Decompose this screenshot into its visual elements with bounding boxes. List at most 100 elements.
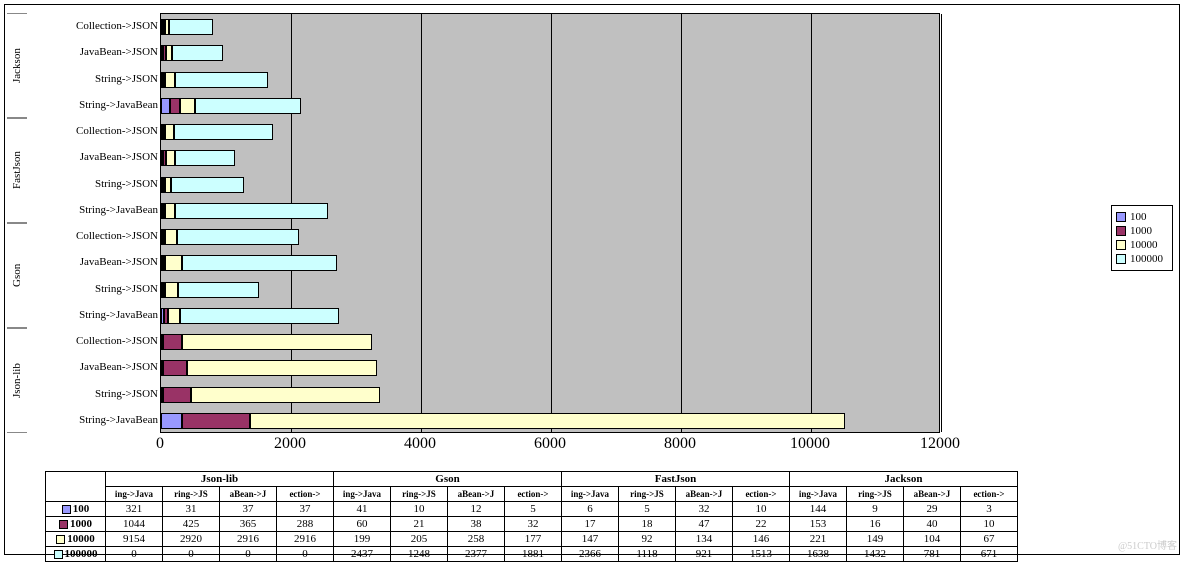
y-category-label: String->JSON — [31, 171, 158, 197]
op-header: aBean->J — [448, 487, 505, 502]
table-cell: 10 — [391, 502, 448, 517]
table-cell: 258 — [448, 532, 505, 547]
bar-segment — [165, 229, 177, 245]
table-cell: 6 — [562, 502, 619, 517]
table-cell: 1044 — [106, 517, 163, 532]
table-cell: 1118 — [619, 547, 676, 562]
table-row: 1000091542920291629161992052581771479213… — [46, 532, 1018, 547]
bar-segment — [175, 203, 329, 219]
table-cell: 12 — [448, 502, 505, 517]
bar-segment — [250, 413, 845, 429]
y-category-label: JavaBean->JSON — [31, 144, 158, 170]
op-header: ring->JS — [619, 487, 676, 502]
bar-row — [161, 255, 337, 271]
plot-wrap — [160, 13, 1100, 433]
bar-row — [161, 177, 244, 193]
legend-label: 100 — [1130, 211, 1147, 223]
y-category-label: String->JSON — [31, 66, 158, 92]
table-cell: 177 — [505, 532, 562, 547]
table-cell: 0 — [220, 547, 277, 562]
bar-segment — [163, 334, 182, 350]
table-cell: 92 — [619, 532, 676, 547]
table-cell: 221 — [790, 532, 847, 547]
table-cell: 37 — [220, 502, 277, 517]
y-category-label: String->JSON — [31, 381, 158, 407]
data-table: Json-lib Gson FastJson Jackson ing->Java… — [45, 471, 1018, 562]
table-cell: 1638 — [790, 547, 847, 562]
legend-label: 10000 — [1130, 239, 1158, 251]
watermark: @51CTO博客 — [1118, 537, 1177, 552]
table-cell: 199 — [334, 532, 391, 547]
x-axis: 020004000600080001000012000 — [160, 435, 940, 465]
table-cell: 0 — [163, 547, 220, 562]
y-category-label: Collection->JSON — [31, 13, 158, 39]
op-header: ing->Java — [562, 487, 619, 502]
y-category-label: String->JavaBean — [31, 197, 158, 223]
table-cell: 47 — [676, 517, 733, 532]
table-cell: 2377 — [448, 547, 505, 562]
bar-segment — [180, 98, 194, 114]
gridline — [941, 14, 942, 432]
table-cell: 921 — [676, 547, 733, 562]
legend-item: 1000 — [1116, 224, 1168, 238]
legend-label: 100000 — [1130, 253, 1163, 265]
table-cell: 32 — [676, 502, 733, 517]
y-category-label: JavaBean->JSON — [31, 249, 158, 275]
bar-segment — [165, 255, 182, 271]
table-cell: 321 — [106, 502, 163, 517]
table-cell: 10 — [961, 517, 1018, 532]
bar-segment — [165, 203, 175, 219]
y-group-label: Json-lib — [7, 328, 27, 433]
table-cell: 149 — [847, 532, 904, 547]
row-swatch-icon — [59, 520, 68, 529]
op-header: ring->JS — [847, 487, 904, 502]
op-header: ection-> — [505, 487, 562, 502]
bar-row — [161, 19, 213, 35]
bar-segment — [166, 45, 173, 61]
bar-row — [161, 308, 339, 324]
bar-segment — [182, 413, 250, 429]
bar-segment — [161, 413, 182, 429]
row-swatch-icon — [62, 505, 71, 514]
x-tick-label: 2000 — [274, 435, 306, 453]
legend-item: 100000 — [1116, 252, 1168, 266]
table-row-ops: ing->Javaring->JSaBean->Jection->ing->Ja… — [46, 487, 1018, 502]
bar-segment — [166, 150, 175, 166]
table-cell: 2920 — [163, 532, 220, 547]
x-tick-label: 6000 — [534, 435, 566, 453]
table-cell: 146 — [733, 532, 790, 547]
table-cell: 5 — [505, 502, 562, 517]
bar-row — [161, 45, 223, 61]
lib-header: Jackson — [790, 472, 1018, 487]
gridline — [421, 14, 422, 432]
bar-row — [161, 282, 259, 298]
x-tick-label: 4000 — [404, 435, 436, 453]
bar-row — [161, 387, 380, 403]
bar-segment — [195, 98, 301, 114]
bar-segment — [163, 387, 191, 403]
y-group-label: Jackson — [7, 13, 27, 118]
bar-segment — [171, 177, 244, 193]
table-head: Json-lib Gson FastJson Jackson ing->Java… — [46, 472, 1018, 502]
y-category-label: String->JavaBean — [31, 302, 158, 328]
y-category-label: JavaBean->JSON — [31, 354, 158, 380]
bar-segment — [180, 308, 338, 324]
legend-item: 100 — [1116, 210, 1168, 224]
bar-row — [161, 360, 377, 376]
table-cell: 134 — [676, 532, 733, 547]
op-header: ing->Java — [106, 487, 163, 502]
table-cell: 2916 — [220, 532, 277, 547]
y-group-label: FastJson — [7, 118, 27, 223]
table-cell: 0 — [106, 547, 163, 562]
table-cell: 1881 — [505, 547, 562, 562]
table-cell: 205 — [391, 532, 448, 547]
bar-segment — [170, 98, 180, 114]
table-cell: 2437 — [334, 547, 391, 562]
table-cell: 32 — [505, 517, 562, 532]
bar-segment — [177, 229, 299, 245]
row-header: 100 — [46, 502, 106, 517]
legend-swatch-1000 — [1116, 226, 1126, 236]
gridline — [681, 14, 682, 432]
row-header: 100000 — [46, 547, 106, 562]
table-cell: 9 — [847, 502, 904, 517]
